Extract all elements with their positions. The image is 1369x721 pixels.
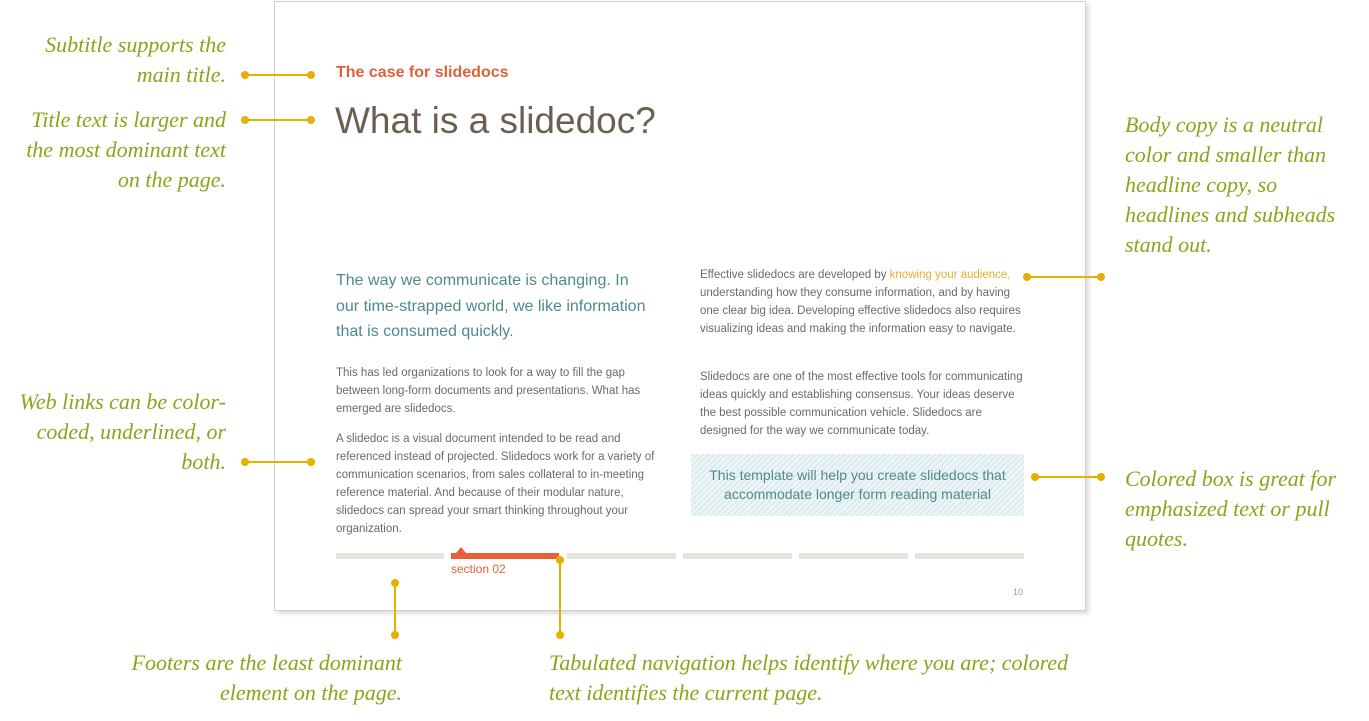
text: understanding how they consume informati… (700, 287, 1021, 335)
leader-line (394, 583, 396, 635)
annotation-body: Body copy is a neutral color and smaller… (1125, 112, 1336, 257)
annotation-box: Colored box is great for emphasized text… (1125, 466, 1337, 551)
callout-dot-icon (307, 71, 315, 79)
callout-dot-icon (1097, 473, 1105, 481)
body-paragraph: Effective slidedocs are developed by kno… (700, 266, 1030, 338)
callout-box: This template will help you create slide… (691, 454, 1024, 516)
body-paragraph: Slidedocs are one of the most effective … (700, 371, 1023, 437)
annotation-title: Title text is larger and the most domina… (26, 107, 226, 192)
body-paragraph: A slidedoc is a visual document intended… (336, 433, 655, 535)
nav-tab-3[interactable] (567, 553, 676, 559)
callout-dot-icon (556, 631, 564, 639)
nav-tab-1[interactable] (336, 553, 444, 559)
annotation-nav: Tabulated navigation helps identify wher… (549, 650, 1069, 705)
text: Effective slidedocs are developed by (700, 269, 890, 281)
leader-line (559, 560, 561, 635)
callout-dot-icon (1097, 273, 1105, 281)
leader-line (1035, 476, 1102, 478)
slide-title: What is a slidedoc? (335, 100, 656, 141)
audience-link[interactable]: knowing your audience, (890, 269, 1011, 281)
leader-line (245, 461, 311, 463)
leader-line (245, 74, 311, 76)
nav-tab-4[interactable] (683, 553, 792, 559)
annotation-subtitle: Subtitle supports the main title. (45, 32, 226, 87)
page-number: 10 (1013, 587, 1024, 597)
current-section-label: section 02 (451, 562, 506, 576)
annotation-footer: Footers are the least dominant element o… (131, 650, 403, 705)
slide-page: The case for slidedocs What is a slidedo… (274, 1, 1086, 611)
lead-text: The way we communicate is changing. In o… (336, 272, 646, 340)
body-paragraph: This has led organizations to look for a… (336, 367, 641, 415)
nav-tab-6[interactable] (915, 553, 1024, 559)
leader-line (1027, 276, 1102, 278)
nav-tab-5[interactable] (799, 553, 908, 559)
callout-dot-icon (307, 458, 315, 466)
slide-subtitle: The case for slidedocs (336, 64, 509, 81)
leader-line (245, 119, 311, 121)
current-tab-caret-icon (456, 547, 466, 553)
callout-dot-icon (307, 116, 315, 124)
annotation-links: Web links can be color-coded, underlined… (19, 389, 226, 474)
nav-tab-2-current[interactable] (451, 553, 559, 559)
callout-dot-icon (391, 631, 399, 639)
